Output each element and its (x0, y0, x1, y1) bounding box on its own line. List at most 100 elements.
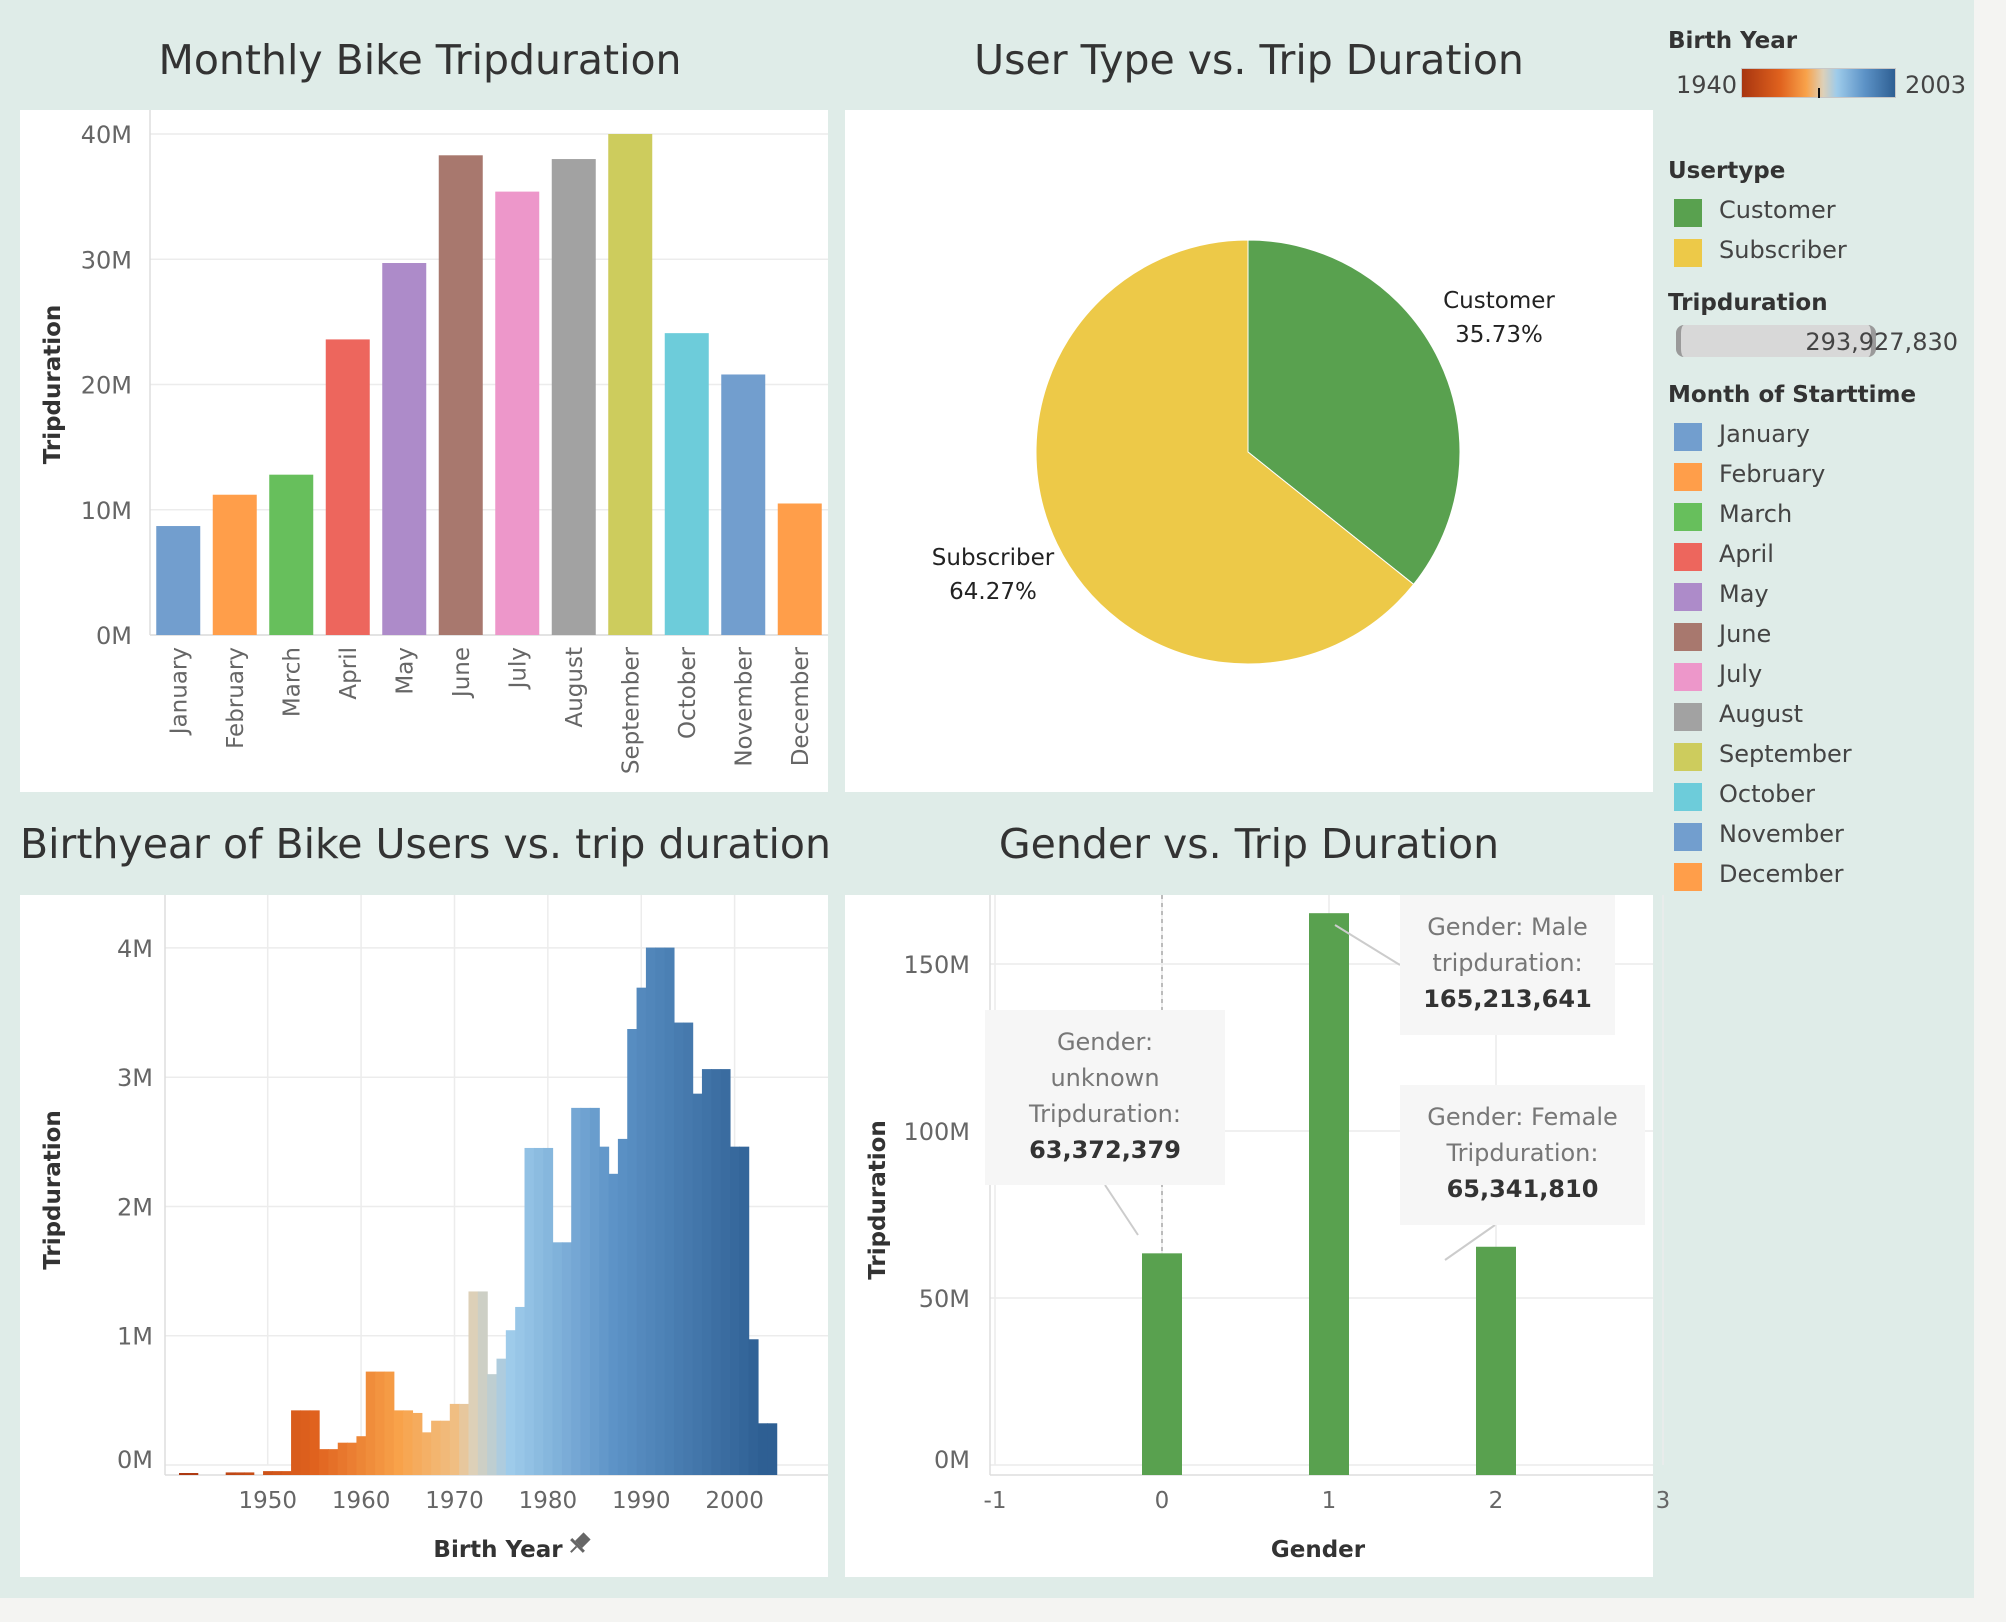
birthyear-x-tick-label: 1950 (238, 1488, 297, 1514)
gender-chart-panel: 0M 50M 100M 150M -1 0 1 2 3 Tripduration Gender Gen… (845, 895, 1670, 1577)
legend-month-title: Month of Starttime (1668, 382, 1917, 408)
birthyear-y-tick-label: 2M (117, 1193, 153, 1221)
annotation-text: tripduration: (1432, 949, 1582, 977)
annotation-leader-line (1104, 1184, 1139, 1236)
birthyear-x-tick-label: 1960 (332, 1488, 391, 1514)
birthyear-histogram: 0M 1M 2M 3M 4M 1950 1960 1970 1980 1990 2000 Tripdu… (40, 895, 828, 1563)
annotation-text: Gender: Female (1427, 1103, 1618, 1131)
birthyear-bar-1983 (571, 1107, 582, 1475)
birthyear-bar-1969 (440, 1420, 451, 1475)
gender-bar-0 (1142, 1253, 1182, 1475)
monthly-x-tick-label: September (618, 646, 644, 774)
birthyear-bar-1952 (281, 1471, 292, 1475)
birthyear-y-axis-label: Tripduration (40, 1110, 66, 1270)
gender-x-tick-label: 3 (1656, 1488, 1671, 1514)
birthyear-bar-1958 (337, 1442, 348, 1475)
pin-icon-needle (570, 1545, 578, 1553)
legend-month-label: September (1719, 740, 1852, 768)
monthly-bar-december (777, 503, 822, 635)
birthyear-x-tick-label: 2000 (705, 1488, 764, 1514)
birthyear-bar-1995 (683, 1022, 694, 1475)
monthly-chart-panel: 0M 10M 20M 30M 40M Tripduration January Februar… (20, 110, 828, 792)
birthyear-bar-1993 (664, 947, 675, 1475)
gender-y-tick-label: 150M (903, 951, 970, 979)
monthly-y-tick-label: 20M (81, 372, 132, 400)
birthyear-bar-1959 (347, 1442, 358, 1475)
birthyear-bar-1964 (393, 1410, 404, 1475)
gender-y-axis-label: Tripduration (865, 1120, 891, 1280)
monthly-bar-chart: 0M 10M 20M 30M 40M Tripduration January Februar… (40, 110, 828, 774)
legend-month-label: November (1719, 820, 1844, 848)
gender-x-axis-label: Gender (1271, 1537, 1366, 1563)
birthyear-y-tick-label: 4M (117, 935, 153, 963)
birthyear-bar-1980 (543, 1147, 554, 1475)
gender-chart-title: Gender vs. Trip Duration (998, 820, 1500, 868)
legend-month-label: February (1719, 460, 1826, 488)
birthyear-bar-1974 (487, 1374, 498, 1475)
legend-swatch (1674, 463, 1702, 491)
birthyear-bar-1963 (384, 1371, 395, 1475)
birthyear-bar-2003 (757, 1423, 768, 1475)
birthyear-x-axis-label: Birth Year (433, 1537, 563, 1563)
birthyear-bar-1971 (459, 1403, 470, 1475)
pie-label-percent: 64.27% (949, 579, 1037, 605)
birthyear-bar-1942 (188, 1473, 199, 1475)
birthyear-bar-1965 (403, 1410, 414, 1475)
birthyear-bar-1986 (599, 1146, 610, 1475)
gender-bar-1 (1309, 913, 1349, 1475)
birthyear-bar-1951 (272, 1471, 283, 1475)
legend-birth-year-title: Birth Year (1668, 28, 1798, 54)
pie-label-percent: 35.73% (1455, 322, 1543, 348)
legend-usertype-label: Customer (1719, 196, 1836, 224)
usertype-chart-panel: Customer 35.73% Subscriber 64.27% (845, 110, 1653, 792)
gender-y-tick-label: 0M (934, 1446, 970, 1474)
birthyear-bar-1954 (300, 1410, 311, 1475)
birthyear-bar-1977 (515, 1306, 526, 1475)
monthly-x-tick-label: February (223, 647, 249, 749)
monthly-bar-january (156, 526, 201, 635)
birthyear-bar-1978 (524, 1147, 535, 1475)
annotation-text: Gender: Male (1427, 913, 1588, 941)
monthly-bar-june (438, 155, 483, 636)
legend-usertype-title: Usertype (1668, 158, 1786, 184)
birthyear-x-tick-label: 1990 (612, 1488, 671, 1514)
legend-swatch (1674, 503, 1702, 531)
birthyear-bar-1957 (328, 1449, 339, 1475)
birthyear-bar-1976 (505, 1330, 516, 1475)
legend-month-label: March (1719, 500, 1793, 528)
legend-month-label: April (1719, 540, 1774, 568)
birthyear-bar-1998 (711, 1069, 722, 1475)
birthyear-y-tick-label: 3M (117, 1064, 153, 1092)
gender-bar-2 (1476, 1246, 1516, 1475)
legend-swatch (1674, 783, 1702, 811)
monthly-bar-july (495, 191, 540, 635)
legend-month-label: October (1719, 780, 1816, 808)
gender-x-tick-label: -1 (984, 1488, 1007, 1514)
birthyear-bar-1947 (235, 1472, 245, 1475)
birthyear-bar-1996 (692, 1093, 703, 1475)
birthyear-bar-2002 (748, 1339, 759, 1475)
annotation-value: 165,213,641 (1423, 985, 1592, 1013)
dashboard: Monthly Bike Tripduration 0M 10M 20M 30M 40M… (0, 0, 1974, 1598)
birthyear-bar-1962 (375, 1371, 386, 1475)
gender-y-tick-label: 50M (919, 1285, 970, 1313)
monthly-y-tick-label: 40M (81, 121, 132, 149)
annotation-text: Gender: (1057, 1028, 1153, 1056)
pie-label-name: Customer (1443, 288, 1555, 314)
birthyear-bar-2004 (767, 1423, 778, 1475)
monthly-x-tick-label: May (392, 647, 418, 695)
birthyear-bar-2001 (739, 1146, 750, 1475)
legend-usertype-label: Subscriber (1719, 236, 1847, 264)
pie-label-name: Subscriber (932, 545, 1055, 571)
birthyear-bar-1955 (309, 1410, 320, 1475)
legend-tripduration-title: Tripduration (1668, 290, 1828, 316)
legend-swatch (1674, 863, 1702, 891)
gender-y-tick-label: 100M (903, 1118, 970, 1146)
gender-x-tick-label: 1 (1322, 1488, 1337, 1514)
legend-month-label: June (1719, 620, 1772, 648)
legend-birth-year-max: 2003 (1905, 71, 1967, 99)
annotation-text: Tripduration: (1446, 1139, 1599, 1167)
birthyear-x-tick-label: 1980 (519, 1488, 578, 1514)
legend-swatch (1674, 743, 1702, 771)
birthyear-bar-1950 (263, 1471, 273, 1475)
